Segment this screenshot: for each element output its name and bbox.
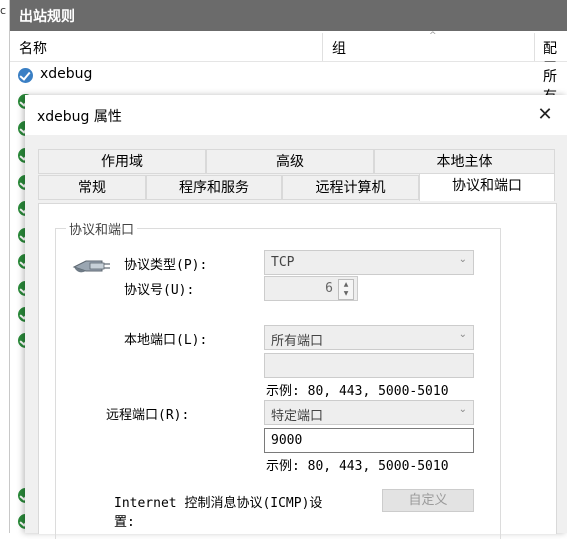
customize-button[interactable]: 自定义	[382, 489, 474, 512]
group-title: 协议和端口	[66, 219, 138, 238]
chevron-down-icon: ⌄	[458, 254, 467, 265]
protocol-number-value: 6	[325, 281, 333, 296]
chevron-down-icon: ⌄	[458, 329, 467, 340]
protocol-type-select[interactable]: TCP ⌄	[264, 250, 474, 275]
icmp-label-line1: Internet 控制消息协议(ICMP)设	[114, 496, 323, 511]
spin-arrows-icon[interactable]: ▲ ▼	[338, 279, 354, 300]
local-port-example: 示例: 80, 443, 5000-5010	[266, 384, 449, 399]
column-name[interactable]: 名称	[19, 38, 47, 58]
remote-port-select[interactable]: 特定端口 ⌄	[264, 400, 474, 425]
tab-panel: 协议和端口 协议类型(P): TCP ⌄ 协议号(U): 6 ▲ ▼ 本地端口(L…	[38, 203, 557, 539]
properties-dialog: xdebug 属性 ✕ 作用域 高级 本地主体 常规 程序和服务 远程计算机 协…	[25, 95, 567, 539]
column-divider[interactable]	[322, 33, 323, 61]
tab-advanced[interactable]: 高级	[206, 149, 374, 174]
protocol-type-value: TCP	[271, 255, 295, 270]
column-header-row: 名称 ^ 组 配置	[10, 31, 567, 77]
remote-port-value: 特定端口	[271, 409, 324, 424]
local-port-label: 本地端口(L):	[124, 333, 208, 348]
tab-scope[interactable]: 作用域	[38, 149, 206, 174]
rule-name: xdebug	[40, 66, 93, 82]
protocols-ports-group: 协议和端口 协议类型(P): TCP ⌄ 协议号(U): 6 ▲ ▼ 本地端口(L…	[55, 219, 501, 539]
tab-local-principals[interactable]: 本地主体	[374, 149, 555, 174]
chevron-down-icon: ⌄	[458, 404, 467, 415]
rule-row-xdebug[interactable]: xdebug 所有	[10, 62, 567, 105]
enabled-check-icon	[18, 68, 33, 83]
protocol-number-stepper[interactable]: 6 ▲ ▼	[264, 276, 358, 301]
tab-programs-services[interactable]: 程序和服务	[146, 175, 282, 200]
left-pane-edge: c	[0, 0, 10, 533]
remote-port-label: 远程端口(R):	[106, 408, 190, 423]
network-plug-icon	[72, 260, 110, 273]
dialog-titlebar[interactable]: xdebug 属性 ✕	[25, 95, 567, 135]
column-divider[interactable]	[534, 33, 535, 61]
tab-general[interactable]: 常规	[38, 175, 146, 200]
tab-remote-computers[interactable]: 远程计算机	[282, 175, 419, 200]
local-port-input[interactable]	[264, 353, 474, 378]
protocol-type-label: 协议类型(P):	[124, 258, 208, 273]
dialog-title: xdebug 属性	[37, 109, 122, 125]
outbound-rules-header: 出站规则	[10, 0, 567, 31]
protocol-number-label: 协议号(U):	[124, 283, 195, 298]
icmp-settings-label: Internet 控制消息协议(ICMP)设 置:	[114, 492, 322, 530]
remote-port-example: 示例: 80, 443, 5000-5010	[266, 459, 449, 474]
sort-arrow-icon: ^	[429, 31, 437, 41]
column-group[interactable]: 组	[332, 38, 346, 58]
local-port-value: 所有端口	[271, 334, 324, 349]
icmp-label-line2: 置:	[114, 515, 135, 530]
tab-protocols-ports[interactable]: 协议和端口	[419, 173, 555, 201]
header-title: 出站规则	[19, 9, 75, 25]
left-pane-text: c	[0, 4, 7, 17]
local-port-select[interactable]: 所有端口 ⌄	[264, 325, 474, 350]
close-button[interactable]: ✕	[523, 95, 567, 135]
remote-port-input[interactable]: 9000	[264, 428, 474, 453]
